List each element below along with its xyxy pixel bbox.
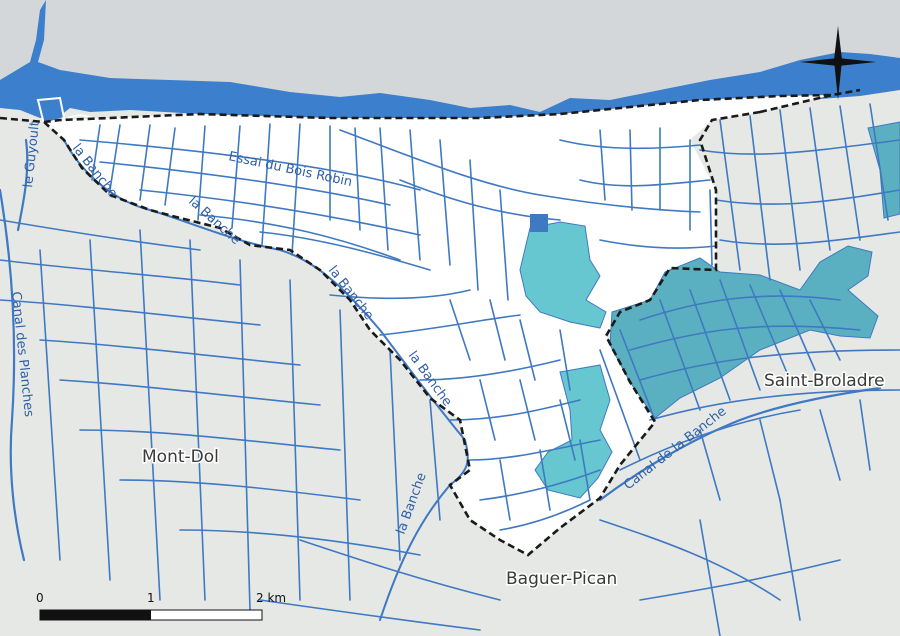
label-saint-broladre: Saint-Broladre bbox=[764, 371, 885, 391]
scale-tick-0: 0 bbox=[36, 591, 44, 605]
label-mont-dol: Mont-Dol bbox=[142, 447, 219, 467]
label-baguer-pican: Baguer-Pican bbox=[506, 569, 617, 589]
scale-tick-2: 2 km bbox=[256, 591, 286, 605]
map-svg: le Guyoult la Banche la Banche la Banche… bbox=[0, 0, 900, 636]
map-canvas[interactable]: le Guyoult la Banche la Banche la Banche… bbox=[0, 0, 900, 636]
scale-tick-1: 1 bbox=[147, 591, 155, 605]
